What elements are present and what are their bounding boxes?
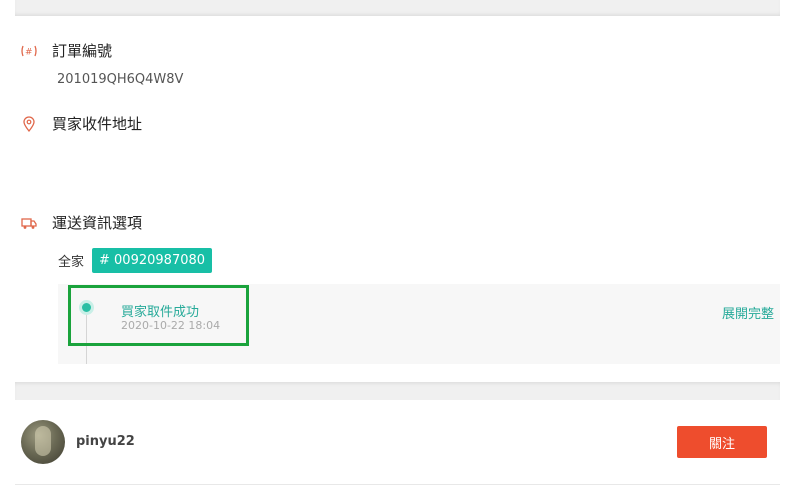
carrier-row: 全家 # 00920987080 — [58, 248, 213, 273]
truck-icon — [20, 214, 38, 232]
svg-text:#: # — [25, 47, 33, 57]
order-number-section: # 訂單編號 — [20, 40, 112, 61]
shipping-info-section: 運送資訊選項 — [20, 212, 142, 233]
top-divider — [15, 0, 780, 16]
seller-name[interactable]: pinyu22 — [76, 434, 135, 449]
highlight-box — [68, 285, 249, 346]
section-divider — [15, 382, 780, 400]
seller-avatar[interactable] — [21, 420, 65, 464]
hash-icon: # — [20, 42, 38, 60]
buyer-address-section: 買家收件地址 — [20, 113, 142, 134]
location-pin-icon — [20, 115, 38, 133]
follow-button[interactable]: 關注 — [677, 426, 767, 458]
buyer-address-label: 買家收件地址 — [52, 115, 143, 133]
order-number-label: 訂單編號 — [52, 42, 113, 60]
carrier-name: 全家 — [58, 255, 85, 270]
shipping-info-label: 運送資訊選項 — [52, 214, 143, 232]
order-number-value: 201019QH6Q4W8V — [57, 72, 184, 87]
expand-full-timeline-link[interactable]: 展開完整 — [722, 303, 774, 322]
tracking-number-badge: # 00920987080 — [92, 248, 213, 273]
